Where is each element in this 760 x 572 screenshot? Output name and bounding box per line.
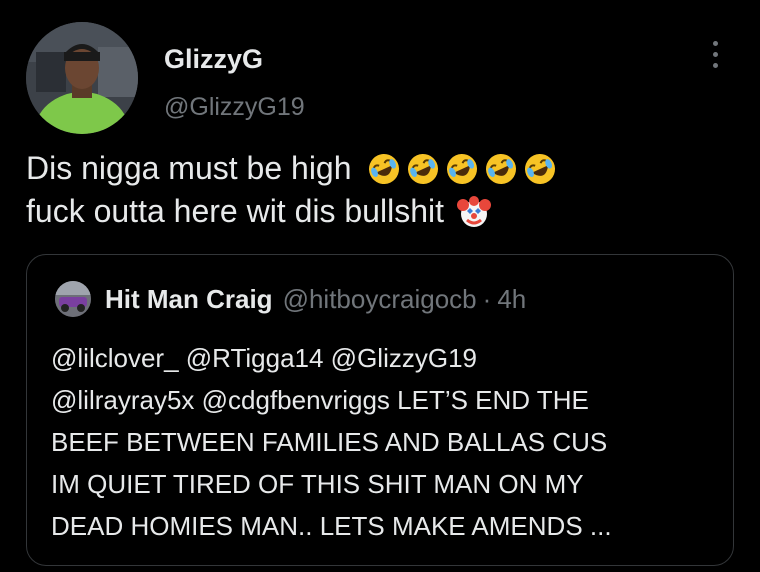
more-vertical-icon (712, 40, 718, 46)
avatar-image (26, 22, 138, 134)
rolling-on-floor-laughing-icon (484, 152, 518, 186)
tweet-text: Dis nigga must be high fuck outta here w… (26, 147, 736, 233)
quoted-author-name[interactable]: Hit Man Craig (105, 284, 273, 315)
quoted-text-line: BEEF BETWEEN FAMILIES AND BALLAS CUS (51, 427, 608, 457)
rolling-on-floor-laughing-icon (523, 152, 557, 186)
tweet-text-line-1: Dis nigga must be high (26, 147, 736, 190)
more-options-button[interactable] (700, 36, 730, 72)
clown-face-icon (456, 195, 491, 229)
quoted-header: Hit Man Craig @hitboycraigocb · 4h (105, 281, 526, 317)
quoted-text: @lilclover_ @RTigga14 @GlizzyG19 @lilray… (51, 337, 721, 547)
quoted-avatar-image (55, 281, 91, 317)
quoted-text-line: @lilclover_ @RTigga14 @GlizzyG19 (51, 343, 477, 373)
quoted-separator: · (482, 283, 492, 314)
rolling-on-floor-laughing-icon (367, 152, 401, 186)
quoted-text-line: IM QUIET TIRED OF THIS SHIT MAN ON MY (51, 469, 584, 499)
more-vertical-icon (712, 51, 718, 57)
rolling-on-floor-laughing-icon (445, 152, 479, 186)
tweet: GlizzyG @GlizzyG19 Dis nigga must be hig… (0, 0, 760, 572)
quoted-text-line: @lilrayray5x @cdgfbenvriggs LET’S END TH… (51, 385, 589, 415)
quoted-author-avatar[interactable] (55, 281, 91, 317)
quoted-timestamp[interactable]: 4h (497, 284, 526, 315)
tweet-text-line-2-text: fuck outta here wit dis bullshit (26, 193, 444, 229)
quoted-tweet[interactable]: Hit Man Craig @hitboycraigocb · 4h @lilc… (26, 254, 734, 566)
tweet-text-line-2: fuck outta here wit dis bullshit (26, 190, 736, 233)
author-handle[interactable]: @GlizzyG19 (164, 93, 305, 122)
more-vertical-icon (712, 62, 718, 68)
rolling-on-floor-laughing-icon (406, 152, 440, 186)
quoted-author-handle[interactable]: @hitboycraigocb (283, 284, 477, 315)
quoted-text-line: DEAD HOMIES MAN.. LETS MAKE AMENDS ... (51, 511, 612, 541)
author-name[interactable]: GlizzyG (164, 44, 263, 75)
author-avatar[interactable] (26, 22, 138, 134)
tweet-text-line-1-text: Dis nigga must be high (26, 150, 352, 186)
